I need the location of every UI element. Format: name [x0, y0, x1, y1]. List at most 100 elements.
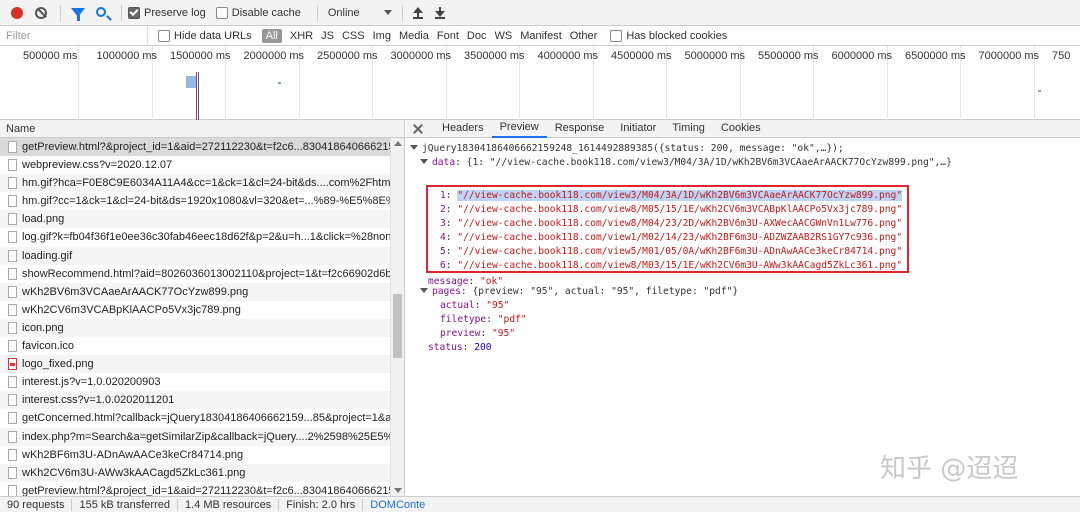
type-filter-xhr[interactable]: XHR	[287, 29, 316, 43]
pages-node[interactable]: pages: {preview: "95", actual: "95", fil…	[420, 285, 738, 299]
request-name: logo_fixed.png	[22, 358, 94, 371]
throttling-select[interactable]: Online	[324, 7, 396, 19]
timeline-tick-label: 2000000 ms	[243, 50, 305, 62]
checkbox-unchecked-icon	[610, 29, 623, 42]
request-row[interactable]: interest.css?v=1.0.0202011201	[0, 391, 390, 410]
export-har-button[interactable]	[431, 3, 449, 23]
clear-icon	[35, 6, 47, 19]
file-icon	[8, 159, 17, 172]
type-filter-all[interactable]: All	[261, 28, 282, 43]
filetype-key: filetype	[440, 314, 487, 325]
file-icon	[8, 141, 17, 153]
status-field: status: 200	[428, 342, 492, 353]
request-list-scrollbar[interactable]	[390, 138, 404, 496]
request-row[interactable]: loading.gif	[0, 246, 390, 265]
request-row[interactable]: logo_fixed.png	[0, 355, 390, 374]
type-filter-img[interactable]: Img	[370, 29, 394, 43]
tab-timing[interactable]: Timing	[664, 120, 713, 137]
type-filter-font[interactable]: Font	[434, 29, 462, 43]
image-file-icon	[8, 358, 17, 371]
clear-button[interactable]	[30, 2, 52, 24]
resources-size: 1.4 MB resources	[178, 498, 280, 511]
hide-data-urls-label: Hide data URLs	[174, 29, 252, 42]
file-icon	[8, 303, 17, 316]
request-row[interactable]: log.gif?k=fb04f36f1e0ee36c30fab46eec18d6…	[0, 228, 390, 246]
timeline-activity-mark	[1038, 90, 1041, 92]
checkbox-checked-icon	[128, 6, 140, 19]
request-row[interactable]: wKh2BV6m3VCAaeArAACK77OcYzw899.png	[0, 282, 390, 301]
timeline-tick-label: 5500000 ms	[758, 50, 819, 62]
timeline-activity-mark	[186, 76, 196, 88]
timeline-overview[interactable]: 500000 ms 1000000 ms 1500000 ms 2000000 ms 2…	[0, 46, 1080, 120]
request-row[interactable]: interest.js?v=1.0.020200903	[0, 373, 390, 391]
record-button[interactable]	[6, 2, 28, 24]
scroll-down-icon[interactable]	[394, 488, 402, 493]
request-name: wKh2BV6m3VCAaeArAACK77OcYzw899.png	[22, 285, 249, 298]
has-blocked-cookies-checkbox[interactable]: Has blocked cookies	[610, 29, 728, 42]
toolbar-divider	[60, 4, 61, 21]
type-filter-doc[interactable]: Doc	[464, 29, 490, 43]
request-row[interactable]: webpreview.css?v=2020.12.07	[0, 156, 390, 174]
request-row[interactable]: favicon.ico	[0, 337, 390, 355]
filter-toggle-button[interactable]	[67, 2, 89, 24]
preserve-log-checkbox[interactable]: Preserve log	[128, 6, 206, 19]
request-row[interactable]: showRecommend.html?aid=8026036013002110&…	[0, 265, 390, 283]
close-icon[interactable]	[412, 123, 424, 135]
timeline-tick-label: 6500000 ms	[905, 50, 966, 62]
request-row[interactable]: getConcerned.html?callback=jQuery1830418…	[0, 409, 390, 427]
filter-icon	[71, 8, 85, 21]
timeline-load-marker	[196, 72, 197, 120]
network-status-bar: 90 requests 155 kB transferred 1.4 MB re…	[0, 496, 1080, 512]
file-icon	[8, 466, 17, 479]
request-row[interactable]: hm.gif?hca=F0E8C9E6034A11A4&cc=1&ck=1&cl…	[0, 174, 390, 193]
request-row[interactable]: wKh2CV6m3U-AWw3kAACagd5ZkLc361.png	[0, 463, 390, 482]
type-filter-manifest[interactable]: Manifest	[517, 29, 565, 43]
watermark: 知乎 @迢迢	[880, 454, 1019, 484]
search-button[interactable]	[91, 2, 113, 24]
tab-initiator[interactable]: Initiator	[612, 120, 664, 137]
file-icon	[8, 321, 17, 334]
type-filter-js[interactable]: JS	[318, 29, 337, 43]
hide-data-urls-checkbox[interactable]: Hide data URLs	[158, 29, 252, 42]
tab-headers[interactable]: Headers	[434, 120, 492, 137]
import-har-button[interactable]	[409, 3, 427, 23]
request-row[interactable]: hm.gif?cc=1&ck=1&cl=24-bit&ds=1920x1080&…	[0, 192, 390, 210]
tab-cookies[interactable]: Cookies	[713, 120, 769, 137]
type-filter-other[interactable]: Other	[567, 29, 601, 43]
scrollbar-thumb[interactable]	[393, 294, 402, 358]
timeline-tick-label: 7000000 ms	[978, 50, 1040, 62]
timeline-tick-label: 4000000 ms	[537, 50, 599, 62]
request-name: log.gif?k=fb04f36f1e0ee36c30fab46eec18d6…	[22, 231, 390, 244]
tab-preview[interactable]: Preview	[491, 119, 547, 138]
search-icon	[96, 6, 106, 17]
disable-cache-checkbox[interactable]: Disable cache	[215, 6, 301, 19]
type-filter-media[interactable]: Media	[396, 29, 432, 43]
download-icon-base	[434, 16, 445, 19]
name-column-header[interactable]: Name	[0, 120, 404, 138]
file-icon	[8, 249, 17, 262]
timeline-tick-label: 750	[1052, 50, 1071, 62]
request-row[interactable]: icon.png	[0, 318, 390, 338]
type-filter-ws[interactable]: WS	[491, 29, 515, 43]
request-name: wKh2CV6m3VCABpKlAACPo5Vx3jc789.png	[22, 303, 241, 316]
request-name: index.php?m=Search&a=getSimilarZip&callb…	[22, 430, 390, 443]
filter-input[interactable]: Filter	[0, 25, 148, 46]
has-blocked-cookies-label: Has blocked cookies	[626, 29, 728, 42]
preserve-log-label: Preserve log	[144, 6, 206, 19]
request-row[interactable]: load.png	[0, 210, 390, 229]
request-row[interactable]: getPreview.html?&project_id=1&aid=272112…	[0, 138, 390, 157]
type-filter-css[interactable]: CSS	[339, 29, 368, 43]
request-row[interactable]: index.php?m=Search&a=getSimilarZip&callb…	[0, 427, 390, 446]
data-key: data	[432, 157, 456, 168]
scroll-up-icon[interactable]	[394, 141, 402, 146]
request-detail-panel: Headers Preview Response Initiator Timin…	[406, 120, 1080, 496]
request-row[interactable]: wKh2BF6m3U-ADnAwAACe3keCr84714.png	[0, 446, 390, 464]
domcontentloaded-link[interactable]: DOMConte	[363, 499, 432, 511]
data-node[interactable]: data: {1: "//view-cache.book118.com/view…	[420, 156, 952, 170]
preview-root-line[interactable]: jQuery18304186406662159248_1614492889385…	[410, 142, 844, 156]
tab-response[interactable]: Response	[547, 120, 613, 137]
request-row[interactable]: getPreview.html?&project_id=1&aid=272112…	[0, 482, 390, 496]
detail-tabs: Headers Preview Response Initiator Timin…	[406, 120, 1080, 138]
file-icon	[8, 448, 17, 461]
request-row[interactable]: wKh2CV6m3VCABpKlAACPo5Vx3jc789.png	[0, 301, 390, 319]
